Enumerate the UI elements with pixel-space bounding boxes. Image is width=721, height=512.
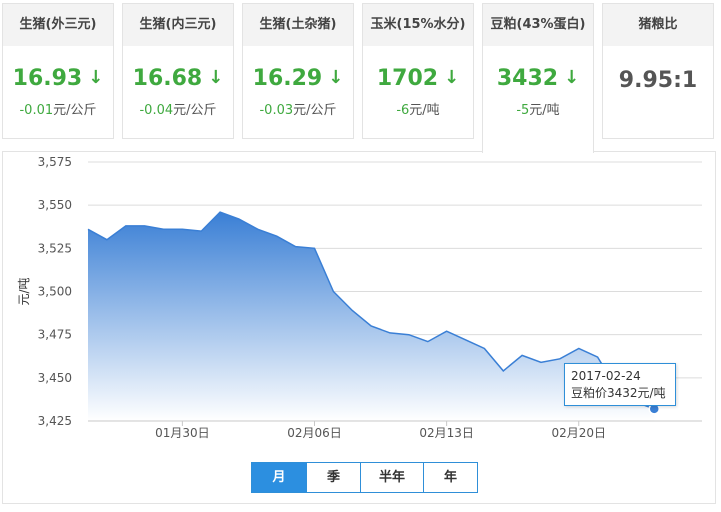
data-point[interactable]	[502, 370, 504, 372]
data-point[interactable]	[332, 290, 334, 292]
x-tick-label: 01月30日	[155, 426, 210, 440]
period-year-button[interactable]: 年	[423, 463, 477, 492]
x-tick-label: 02月06日	[287, 426, 342, 440]
data-point[interactable]	[106, 239, 108, 241]
data-point[interactable]	[370, 325, 372, 327]
y-tick-label: 3,575	[38, 155, 72, 169]
y-tick-label: 3,425	[38, 414, 72, 428]
data-point[interactable]	[219, 211, 221, 213]
data-point[interactable]	[483, 347, 485, 349]
data-point[interactable]	[257, 228, 259, 230]
data-point[interactable]	[162, 228, 164, 230]
data-point[interactable]	[276, 235, 278, 237]
data-point[interactable]	[389, 332, 391, 334]
data-point[interactable]	[596, 356, 598, 358]
data-point[interactable]	[408, 333, 410, 335]
data-point[interactable]	[125, 225, 127, 227]
tooltip-date: 2017-02-24	[571, 369, 641, 383]
y-axis-label: 元/吨	[17, 277, 31, 305]
data-point[interactable]	[313, 247, 315, 249]
data-point[interactable]	[559, 358, 561, 360]
data-point[interactable]	[200, 230, 202, 232]
chart-tooltip: 2017-02-24 豆粕价3432元/吨	[564, 363, 676, 406]
y-tick-label: 3,525	[38, 241, 72, 255]
x-tick-label: 02月13日	[419, 426, 474, 440]
data-point[interactable]	[143, 225, 145, 227]
data-point[interactable]	[294, 245, 296, 247]
data-point[interactable]	[464, 339, 466, 341]
y-tick-label: 3,500	[38, 285, 72, 299]
y-tick-label: 3,475	[38, 328, 72, 342]
x-tick-label: 02月20日	[551, 426, 606, 440]
y-tick-label: 3,550	[38, 198, 72, 212]
data-point[interactable]	[427, 340, 429, 342]
data-point[interactable]	[87, 228, 89, 230]
period-selector: 月 季 半年 年	[251, 462, 478, 493]
data-point[interactable]	[351, 309, 353, 311]
data-point[interactable]	[445, 330, 447, 332]
tooltip-text: 豆粕价3432元/吨	[571, 386, 666, 400]
data-point[interactable]	[181, 228, 183, 230]
period-halfyear-button[interactable]: 半年	[360, 463, 423, 492]
period-quarter-button[interactable]: 季	[306, 463, 360, 492]
price-chart: 3,575 3,550 3,525 3,500 3,475 3,450 3,425 01月30…	[17, 155, 702, 440]
y-tick-label: 3,450	[38, 371, 72, 385]
data-point[interactable]	[578, 347, 580, 349]
data-point[interactable]	[521, 354, 523, 356]
data-point[interactable]	[238, 218, 240, 220]
data-point[interactable]	[540, 361, 542, 363]
period-month-button[interactable]: 月	[252, 463, 306, 492]
